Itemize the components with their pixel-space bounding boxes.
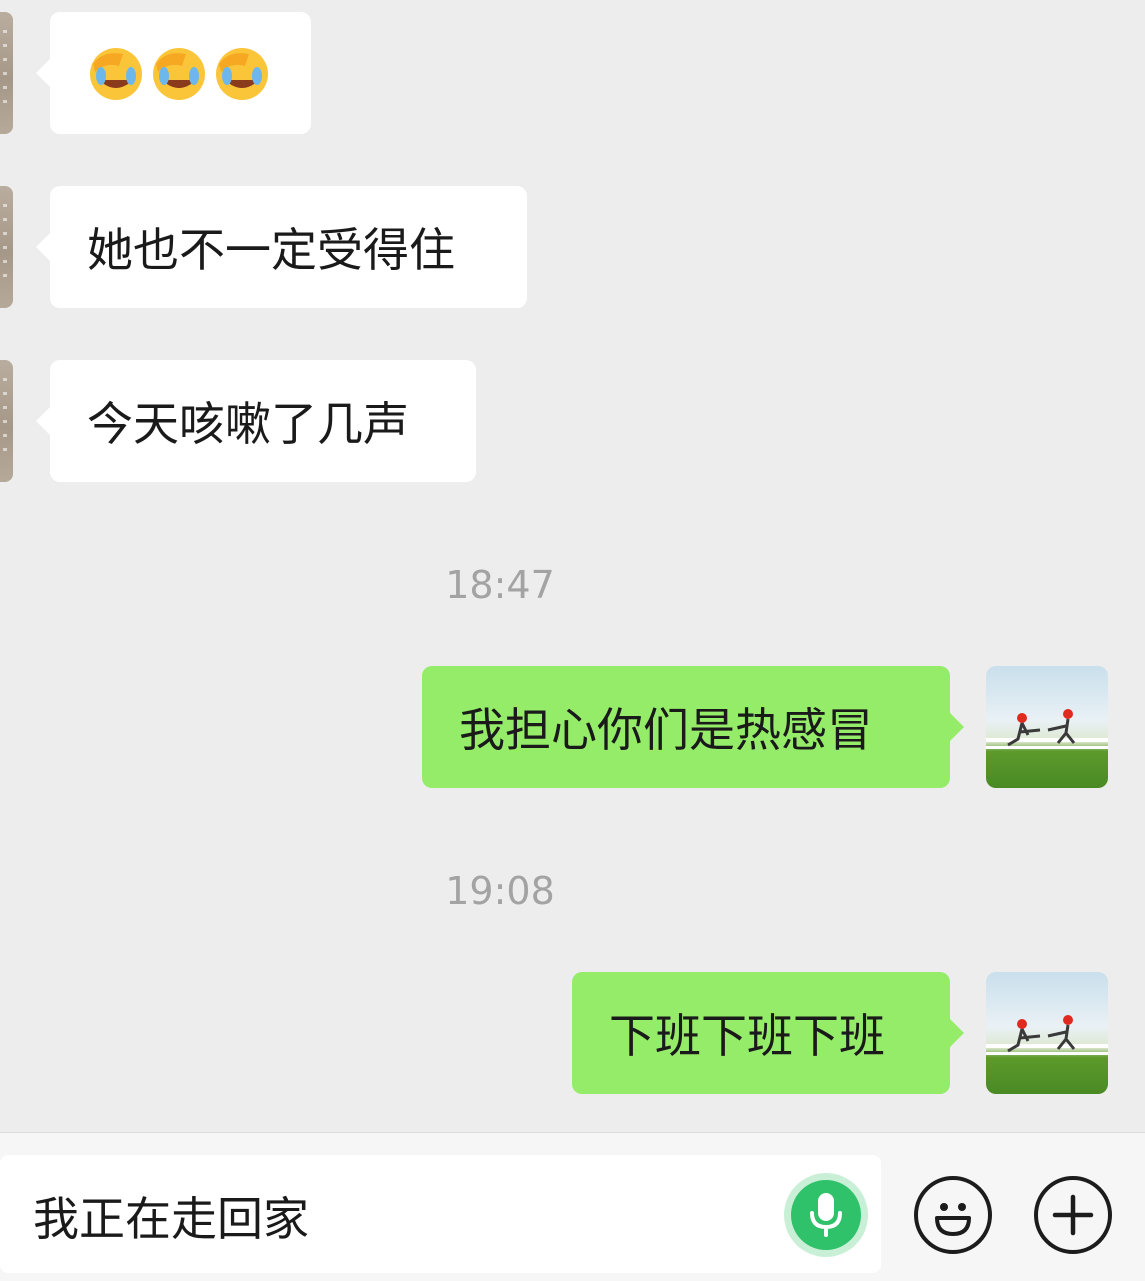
- more-button[interactable]: [1034, 1176, 1112, 1254]
- contact-avatar[interactable]: [0, 12, 13, 134]
- message-input-text[interactable]: 我正在走回家: [33, 1183, 309, 1249]
- timestamp: 19:08: [445, 869, 555, 913]
- timestamp: 18:47: [445, 563, 555, 607]
- message-bubble-incoming[interactable]: 今天咳嗽了几声: [36, 360, 476, 482]
- face-palm-laughing-emoji: [213, 44, 271, 102]
- message-bubble-incoming[interactable]: [36, 12, 311, 134]
- message-text: 她也不一定受得住: [87, 223, 455, 277]
- my-avatar[interactable]: [986, 972, 1108, 1094]
- face-palm-laughing-emoji: [150, 44, 208, 102]
- face-palm-laughing-emoji: [87, 44, 145, 102]
- message-bubble-outgoing[interactable]: 我担心你们是热感冒: [422, 666, 964, 788]
- my-avatar[interactable]: [986, 666, 1108, 788]
- message-text: 下班下班下班: [609, 1009, 885, 1063]
- contact-avatar[interactable]: [0, 360, 13, 482]
- voice-input-button[interactable]: [784, 1173, 868, 1257]
- plus-circle-icon: [1052, 1194, 1094, 1236]
- microphone-icon: [791, 1180, 861, 1250]
- smiley-face-icon: [935, 1203, 971, 1236]
- emoji-button[interactable]: [914, 1176, 992, 1254]
- contact-avatar[interactable]: [0, 186, 13, 308]
- message-bubble-incoming[interactable]: 她也不一定受得住: [36, 186, 527, 308]
- message-text: 今天咳嗽了几声: [87, 397, 409, 451]
- message-bubble-outgoing[interactable]: 下班下班下班: [572, 972, 964, 1094]
- message-text: 我担心你们是热感冒: [459, 703, 873, 757]
